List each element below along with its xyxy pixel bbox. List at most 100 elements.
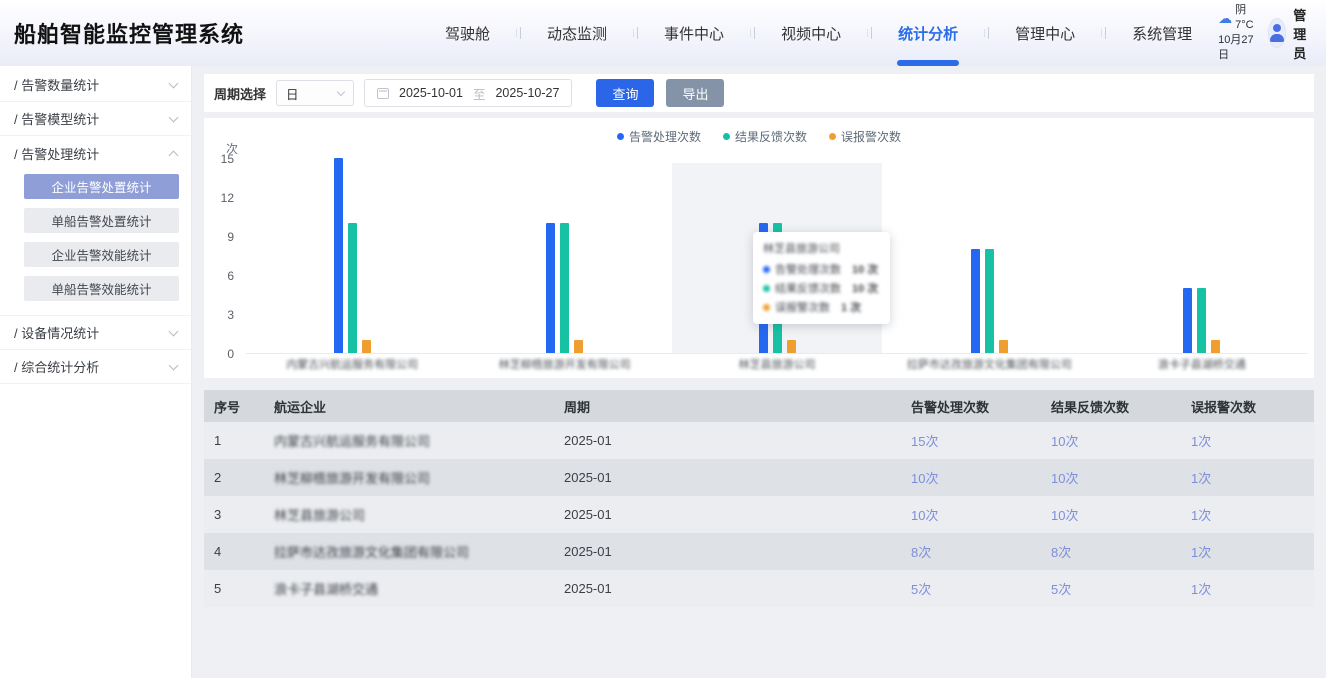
sidebar-subitem-single-ship-alert-efficiency[interactable]: 单船告警效能统计	[24, 276, 179, 301]
cell-index: 4	[204, 544, 264, 559]
chart-bar[interactable]	[1211, 340, 1220, 353]
tooltip-value: 10 次	[852, 280, 878, 296]
period-select[interactable]: 日	[276, 80, 354, 106]
nav-item-dashboard[interactable]: 驾驶舱	[419, 0, 516, 66]
app-title: 船舶智能监控管理系统	[0, 17, 264, 49]
sidebar-item-alert-count-stats[interactable]: / 告警数量统计	[0, 68, 191, 102]
chart-bar[interactable]	[999, 340, 1008, 353]
nav-item-management-center[interactable]: 管理中心	[989, 0, 1101, 66]
tooltip-row: 告警处理次数 10 次	[763, 261, 878, 277]
cell-feedback-link[interactable]: 10次	[1051, 471, 1078, 486]
cell-index: 2	[204, 470, 264, 485]
cell-false-alarm-link[interactable]: 1次	[1191, 434, 1211, 449]
sidebar-subgroup: 企业告警处置统计 单船告警处置统计 企业告警效能统计 单船告警效能统计	[0, 170, 191, 316]
chevron-down-icon	[169, 112, 179, 122]
nav-item-statistics[interactable]: 统计分析	[872, 0, 984, 66]
chart-bar[interactable]	[1183, 288, 1192, 353]
sidebar-subitem-single-ship-alert-disposal[interactable]: 单船告警处置统计	[24, 208, 179, 233]
x-axis-label: 林芝县旅游公司	[677, 356, 877, 372]
cell-company: 林芝县旅游公司	[264, 505, 554, 524]
date-end-value[interactable]: 2025-10-27	[495, 86, 559, 100]
cell-false-alarm-link[interactable]: 1次	[1191, 582, 1211, 597]
chevron-down-icon	[169, 360, 179, 370]
cell-handled-link[interactable]: 8次	[911, 545, 931, 560]
header-right: ☁ 阴7°C 10月27日 管理员	[1218, 3, 1326, 63]
tooltip-row: 结果反馈次数 10 次	[763, 280, 878, 296]
nav-item-dynamic-monitoring[interactable]: 动态监测	[521, 0, 633, 66]
chart-bar[interactable]	[560, 223, 569, 353]
sidebar-item-device-status-stats[interactable]: / 设备情况统计	[0, 316, 191, 350]
cell-index: 3	[204, 507, 264, 522]
table-row: 3 林芝县旅游公司 2025-01 10次 10次 1次	[204, 496, 1314, 533]
sidebar-item-alert-model-stats[interactable]: / 告警模型统计	[0, 102, 191, 136]
date-start-value[interactable]: 2025-10-01	[399, 86, 463, 100]
cell-handled-link[interactable]: 10次	[911, 471, 938, 486]
nav-item-system-management[interactable]: 系统管理	[1106, 0, 1218, 66]
export-button[interactable]: 导出	[666, 79, 724, 107]
x-axis-label: 内蒙古兴航运服务有限公司	[252, 356, 452, 372]
chart-bar[interactable]	[985, 249, 994, 353]
tooltip-dot-feedback	[763, 285, 770, 292]
legend-item-false-alarm[interactable]: 误报警次数	[829, 128, 901, 145]
cell-period: 2025-01	[554, 581, 901, 596]
cloud-icon: ☁	[1218, 12, 1232, 24]
chart-bar[interactable]	[1197, 288, 1206, 353]
sidebar-item-alert-processing-stats[interactable]: / 告警处理统计	[0, 136, 191, 170]
cell-false-alarm-link[interactable]: 1次	[1191, 471, 1211, 486]
user-name: 管理员	[1293, 5, 1317, 62]
tooltip-row: 误报警次数 1 次	[763, 299, 878, 315]
chevron-down-icon	[169, 78, 179, 88]
date-range-picker[interactable]: 2025-10-01 至 2025-10-27	[364, 79, 572, 107]
sidebar-subitem-enterprise-alert-efficiency[interactable]: 企业告警效能统计	[24, 242, 179, 267]
y-tick-label: 0	[204, 347, 234, 361]
table-row: 4 拉萨市达孜旅游文化集团有限公司 2025-01 8次 8次 1次	[204, 533, 1314, 570]
tooltip-label: 告警处理次数	[775, 261, 841, 277]
cell-feedback-link[interactable]: 5次	[1051, 582, 1071, 597]
cell-false-alarm-link[interactable]: 1次	[1191, 545, 1211, 560]
sidebar-subitem-enterprise-alert-disposal[interactable]: 企业告警处置统计	[24, 174, 179, 199]
table-row: 5 浪卡子县湖桥交通 2025-01 5次 5次 1次	[204, 570, 1314, 607]
cell-period: 2025-01	[554, 507, 901, 522]
chevron-down-icon	[169, 326, 179, 336]
filter-bar: 周期选择 日 2025-10-01 至 2025-10-27 查询 导出	[204, 74, 1314, 112]
chart-bar[interactable]	[787, 340, 796, 353]
cell-feedback-link[interactable]: 10次	[1051, 508, 1078, 523]
col-header-period: 周期	[554, 397, 901, 416]
tooltip-title: 林芝县旅游公司	[763, 240, 878, 256]
cell-false-alarm-link[interactable]: 1次	[1191, 508, 1211, 523]
weather-temp: 阴7°C	[1235, 3, 1253, 33]
user-menu[interactable]: 管理员	[1268, 5, 1318, 62]
legend-dot-handled	[617, 133, 624, 140]
cell-handled-link[interactable]: 15次	[911, 434, 938, 449]
legend-item-feedback[interactable]: 结果反馈次数	[723, 128, 807, 145]
chart-bar[interactable]	[971, 249, 980, 353]
sidebar-item-label: / 设备情况统计	[14, 323, 99, 342]
cell-company: 浪卡子县湖桥交通	[264, 579, 554, 598]
chart-bar[interactable]	[574, 340, 583, 353]
cell-feedback-link[interactable]: 8次	[1051, 545, 1071, 560]
chart-bar[interactable]	[546, 223, 555, 353]
nav-item-video-center[interactable]: 视频中心	[755, 0, 867, 66]
weather-widget: ☁ 阴7°C 10月27日	[1218, 3, 1253, 63]
chart-legend: 告警处理次数 结果反馈次数 误报警次数	[204, 128, 1314, 145]
cell-handled-link[interactable]: 5次	[911, 582, 931, 597]
chart-tooltip: 林芝县旅游公司 告警处理次数 10 次 结果反馈次数 10 次 误报警次数 1 …	[753, 232, 890, 324]
date-separator: 至	[473, 84, 486, 103]
nav-item-event-center[interactable]: 事件中心	[638, 0, 750, 66]
sidebar-item-comprehensive-stats[interactable]: / 综合统计分析	[0, 350, 191, 384]
chart-bar[interactable]	[334, 158, 343, 353]
sidebar-item-label: / 告警数量统计	[14, 75, 99, 94]
legend-item-handled[interactable]: 告警处理次数	[617, 128, 701, 145]
chart-bar[interactable]	[348, 223, 357, 353]
col-header-handled: 告警处理次数	[901, 397, 1041, 416]
cell-handled-link[interactable]: 10次	[911, 508, 938, 523]
table-header-row: 序号 航运企业 周期 告警处理次数 结果反馈次数 误报警次数	[204, 390, 1314, 422]
sidebar-item-label: / 告警处理统计	[14, 144, 99, 163]
chart-bar[interactable]	[362, 340, 371, 353]
cell-feedback-link[interactable]: 10次	[1051, 434, 1078, 449]
chart-yaxis: 03691215	[204, 158, 234, 354]
tooltip-dot-false-alarm	[763, 304, 770, 311]
query-button[interactable]: 查询	[596, 79, 654, 107]
main-content: 周期选择 日 2025-10-01 至 2025-10-27 查询 导出 告警处…	[192, 66, 1326, 678]
chevron-up-icon	[169, 150, 179, 160]
